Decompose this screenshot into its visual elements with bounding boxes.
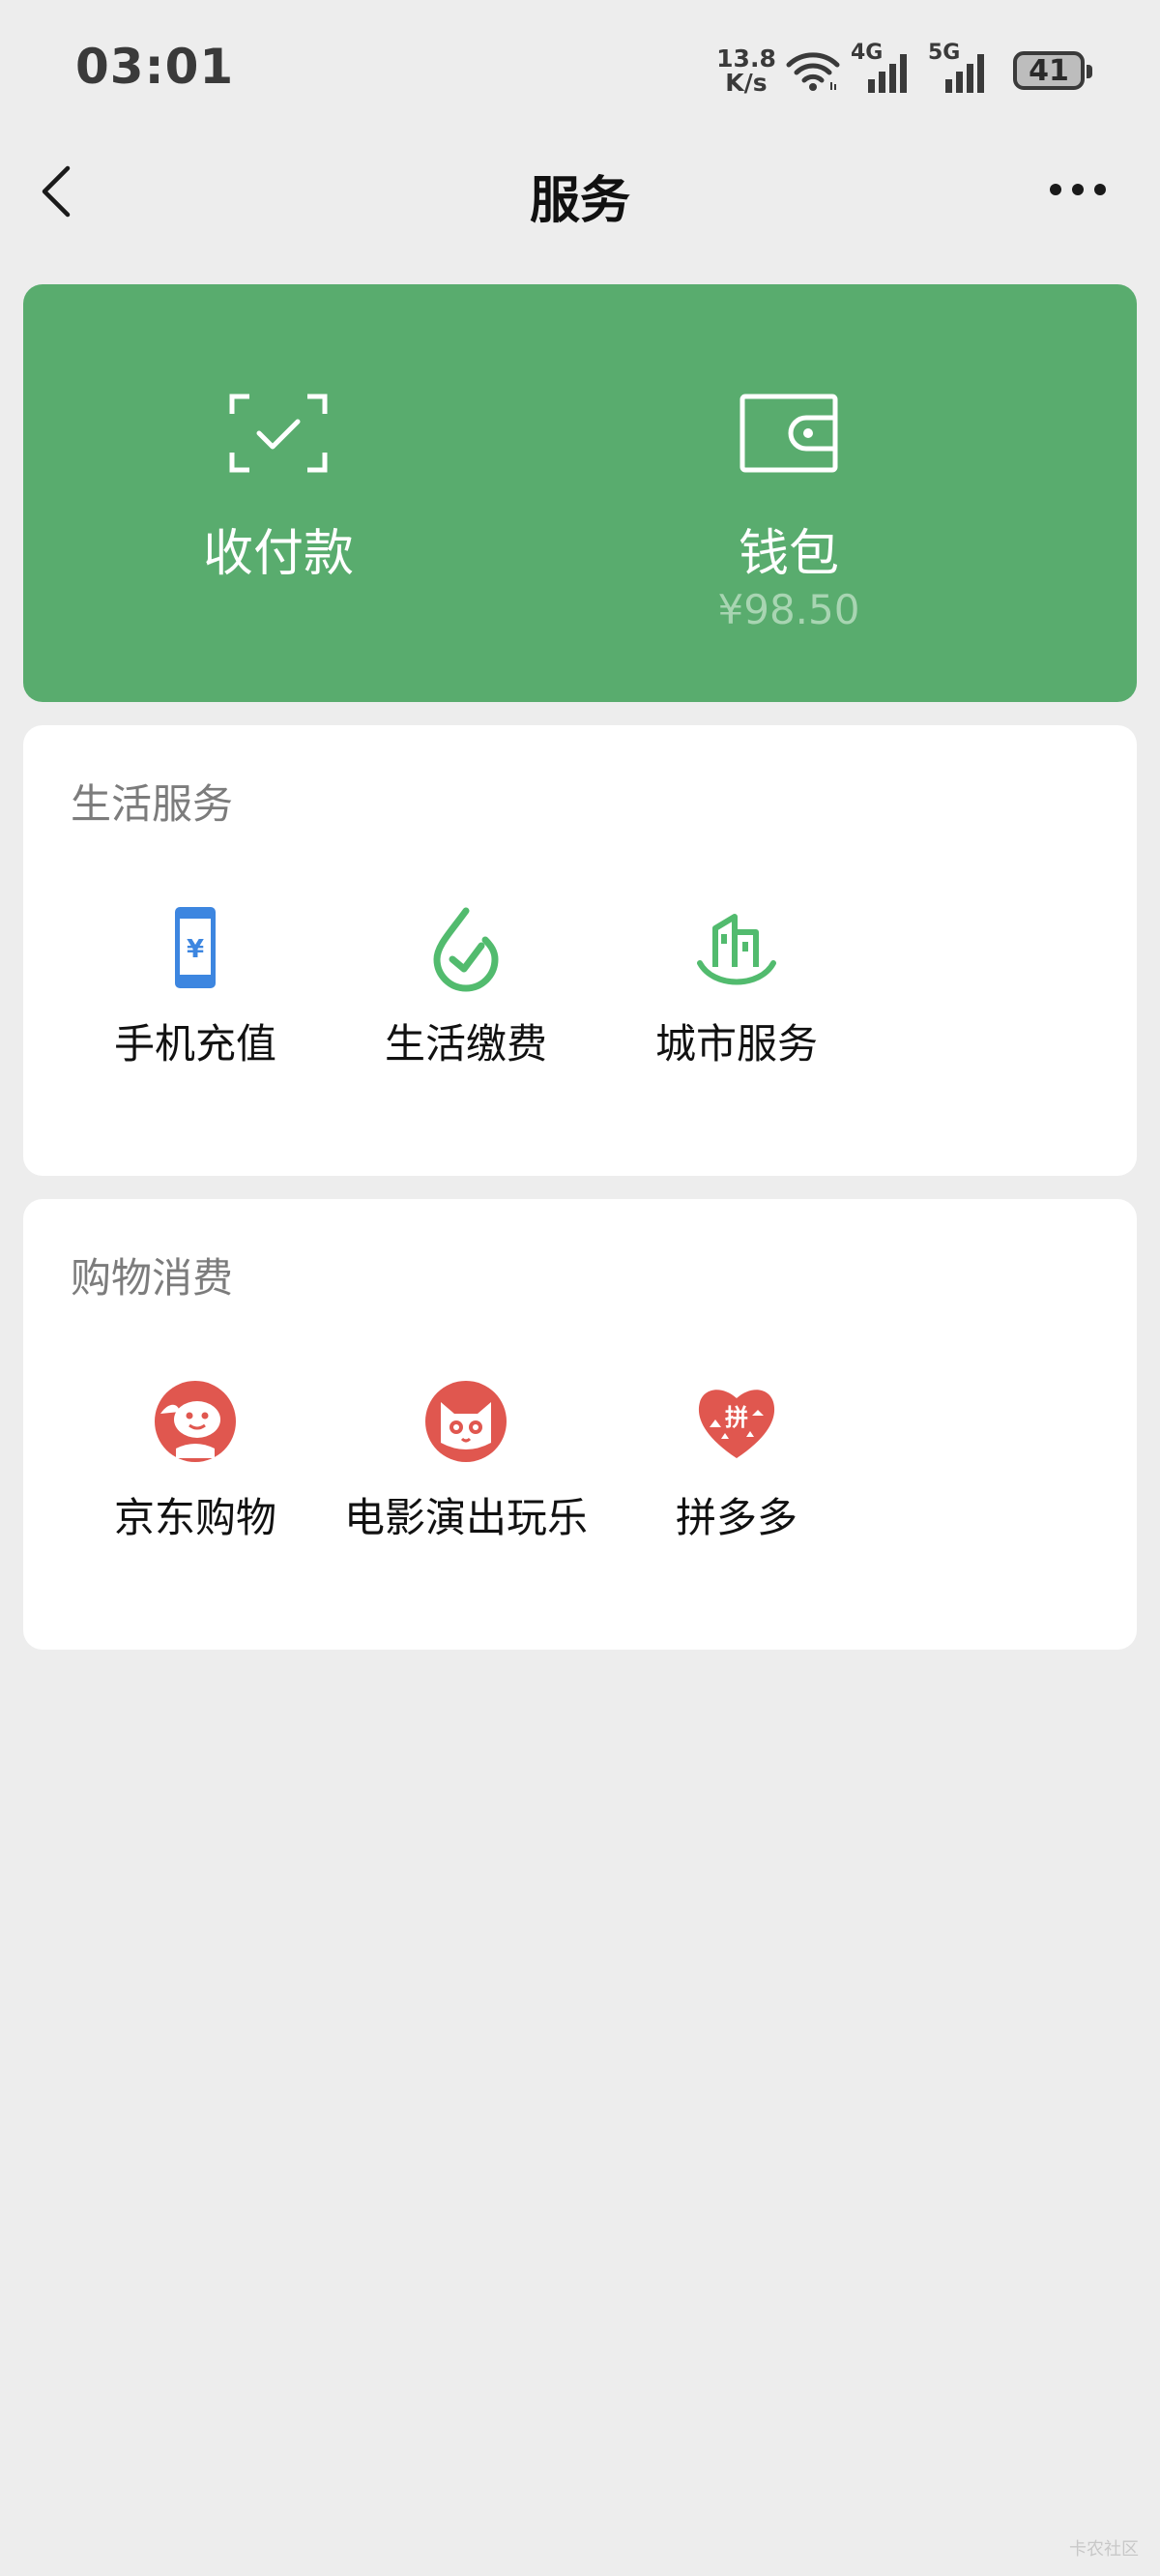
signal-4g: 4G (851, 41, 918, 97)
pinduoduo-button[interactable]: 拼 拼多多 (601, 1377, 872, 1570)
status-time: 03:01 (75, 39, 235, 95)
signal-bars-icon (868, 54, 907, 93)
mobile-recharge-button[interactable]: ¥ 手机充值 (60, 903, 331, 1097)
status-icons: 13.8 K/s 4G 5G 41 (716, 41, 1092, 97)
status-bar: 03:01 13.8 K/s 4G 5G 41 (0, 0, 1160, 135)
pay-wallet-card: 收付款 钱包 ¥98.50 (23, 284, 1137, 702)
section-title: 购物消费 (71, 1254, 234, 1302)
mobile-recharge-icon: ¥ (175, 907, 216, 988)
services-screen: 03:01 13.8 K/s 4G 5G 41 服务 收付款 钱包 ¥98.50… (0, 0, 1160, 2576)
service-label: 城市服务 (654, 1020, 818, 1068)
wifi-icon (786, 52, 840, 91)
scan-check-icon (229, 394, 328, 473)
watermark: 卡农社区 (1069, 2539, 1139, 2560)
wallet-label: 钱包 (738, 525, 839, 583)
network-speed-unit: K/s (725, 69, 768, 97)
wallet-icon (740, 394, 838, 473)
svg-text:拼: 拼 (725, 1404, 748, 1431)
page-title: 服务 (529, 172, 630, 230)
section-title: 生活服务 (71, 780, 234, 828)
utility-payment-icon (433, 907, 499, 992)
signal-5g: 5G (928, 41, 996, 97)
jd-dog-icon (155, 1381, 236, 1462)
life-services-card: 生活服务 ¥ 手机充值 生活缴费 城市服务 (23, 725, 1137, 1176)
wallet-balance: ¥98.50 (717, 586, 860, 633)
service-label: 手机充值 (113, 1020, 276, 1068)
svg-text:¥: ¥ (187, 935, 204, 964)
battery-indicator: 41 (1013, 51, 1092, 90)
pay-receive-label: 收付款 (202, 525, 354, 583)
wallet-button[interactable]: 钱包 ¥98.50 (580, 284, 1137, 702)
service-label: 生活缴费 (384, 1020, 547, 1068)
utility-payment-button[interactable]: 生活缴费 (331, 903, 601, 1097)
signal-bars-icon (945, 54, 984, 93)
service-label: 电影演出玩乐 (343, 1494, 588, 1541)
network-speed: 13.8 K/s (716, 44, 776, 97)
battery-level: 41 (1029, 53, 1069, 88)
service-label: 京东购物 (113, 1494, 276, 1541)
city-service-button[interactable]: 城市服务 (601, 903, 872, 1097)
service-label: 拼多多 (675, 1494, 798, 1541)
pinduoduo-heart-icon: 拼 (698, 1390, 775, 1458)
jd-shopping-button[interactable]: 京东购物 (60, 1377, 331, 1570)
city-service-icon (697, 914, 776, 985)
movie-show-button[interactable]: 电影演出玩乐 (331, 1377, 601, 1570)
pay-receive-button[interactable]: 收付款 (23, 284, 580, 702)
shopping-card: 购物消费 京东购物 电影演出玩乐 拼 拼多多 (23, 1199, 1137, 1650)
maoyan-cat-icon (425, 1381, 507, 1462)
network-speed-value: 13.8 (716, 44, 776, 73)
more-dots-icon[interactable] (1050, 184, 1106, 199)
